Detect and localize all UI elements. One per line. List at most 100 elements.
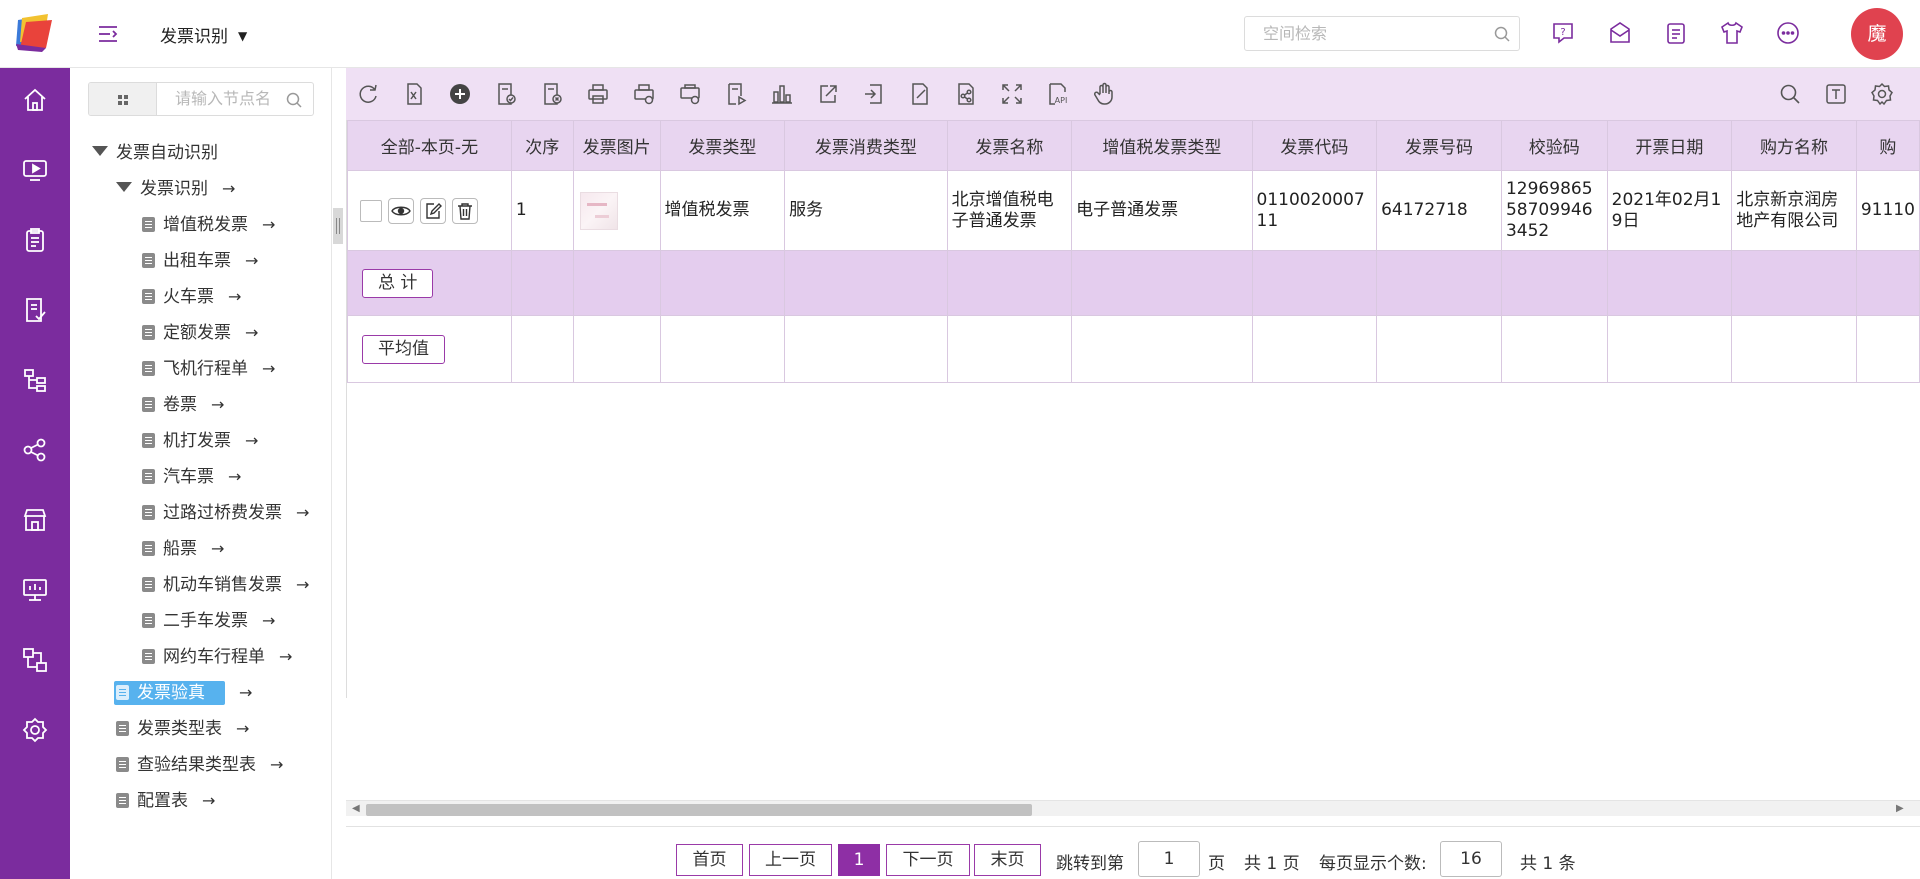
last-page-button[interactable]: 末页 xyxy=(974,844,1041,876)
tree-node-invoice-verification[interactable]: 发票验真 → xyxy=(114,678,252,708)
search-icon[interactable] xyxy=(1493,25,1511,43)
arrow-right-icon[interactable]: → xyxy=(228,287,241,306)
fullscreen-icon[interactable] xyxy=(1000,82,1024,106)
text-format-icon[interactable] xyxy=(1824,82,1848,106)
column-header-check-code[interactable]: 校验码 xyxy=(1500,120,1608,171)
tree-node-check-result-type-table[interactable]: 查验结果类型表 → xyxy=(116,750,283,780)
tree-node-quota-invoice[interactable]: 定额发票 → xyxy=(142,318,258,348)
column-header-invoice-image[interactable]: 发票图片 xyxy=(572,120,661,171)
tree-node-vehicle-sales-invoice[interactable]: 机动车销售发票 → xyxy=(142,570,309,600)
import-icon[interactable] xyxy=(862,82,886,106)
clipboard-icon[interactable] xyxy=(21,226,49,254)
print-settings-icon[interactable] xyxy=(632,82,656,106)
tree-node-flight-itinerary[interactable]: 飞机行程单 → xyxy=(142,354,275,384)
arrow-right-icon[interactable]: → xyxy=(279,647,292,666)
tree-node-taxi-ticket[interactable]: 出租车票 → xyxy=(142,246,258,276)
tree-node-ship-ticket[interactable]: 船票 → xyxy=(142,534,224,564)
arrow-right-icon[interactable]: → xyxy=(296,575,309,594)
arrow-right-icon[interactable]: → xyxy=(262,611,275,630)
tree-node-bus-ticket[interactable]: 汽车票 → xyxy=(142,462,241,492)
add-icon[interactable] xyxy=(448,82,472,106)
tree-search-input[interactable] xyxy=(175,89,275,108)
gear-icon[interactable] xyxy=(1870,82,1894,106)
arrow-right-icon[interactable]: → xyxy=(296,503,309,522)
arrow-right-icon[interactable]: → xyxy=(211,539,224,558)
column-header-consumption-type[interactable]: 发票消费类型 xyxy=(784,120,948,171)
selected-highlight[interactable]: 发票验真 xyxy=(114,681,225,705)
arrow-right-icon[interactable]: → xyxy=(270,755,283,774)
edit-icon[interactable] xyxy=(420,197,446,224)
edit-export-icon[interactable] xyxy=(908,82,932,106)
column-header-issue-date[interactable]: 开票日期 xyxy=(1606,120,1733,171)
approve-icon[interactable] xyxy=(494,82,518,106)
page-1-button[interactable]: 1 xyxy=(838,844,880,876)
invoice-thumbnail[interactable] xyxy=(579,191,618,230)
help-icon[interactable]: ? xyxy=(1550,20,1576,46)
hand-icon[interactable] xyxy=(1092,82,1116,106)
arrow-right-icon[interactable]: → xyxy=(262,215,275,234)
expand-triangle-icon[interactable] xyxy=(116,182,132,192)
tree-node-invoice-auto-recognition[interactable]: 发票自动识别 xyxy=(92,138,218,168)
store-icon[interactable] xyxy=(21,506,49,534)
tree-node-toll-invoice[interactable]: 过路过桥费发票 → xyxy=(142,498,309,528)
more-icon[interactable] xyxy=(1775,20,1801,46)
share-icon[interactable] xyxy=(21,436,49,464)
space-search[interactable] xyxy=(1244,16,1520,51)
print-icon[interactable] xyxy=(586,82,610,106)
column-header-invoice-number[interactable]: 发票号码 xyxy=(1376,120,1502,171)
print-preview-icon[interactable] xyxy=(678,82,702,106)
average-button[interactable]: 平均值 xyxy=(362,334,445,364)
scroll-left-icon[interactable]: ◀ xyxy=(352,803,360,814)
notes-icon[interactable] xyxy=(1663,20,1689,46)
per-page-input[interactable] xyxy=(1440,841,1502,877)
reject-icon[interactable] xyxy=(540,82,564,106)
scrollbar-thumb[interactable] xyxy=(366,804,1032,816)
mail-icon[interactable] xyxy=(1607,20,1633,46)
arrow-right-icon[interactable]: → xyxy=(245,251,258,270)
tree-search[interactable] xyxy=(88,82,314,116)
panel-splitter-handle[interactable] xyxy=(333,208,343,244)
first-page-button[interactable]: 首页 xyxy=(676,844,743,876)
refresh-icon[interactable] xyxy=(356,82,380,106)
table-row[interactable]: 1 增值税发票 服务 北京增值税电子普通发票 电子普通发票 0110020007… xyxy=(347,170,1920,251)
space-search-input[interactable] xyxy=(1263,24,1483,43)
tree-node-config-table[interactable]: 配置表 → xyxy=(116,786,215,816)
monitor-icon[interactable] xyxy=(21,576,49,604)
scroll-right-icon[interactable]: ▶ xyxy=(1896,803,1904,814)
total-button[interactable]: 总 计 xyxy=(362,268,434,298)
column-header-invoice-type[interactable]: 发票类型 xyxy=(659,120,786,171)
tree-node-used-car-invoice[interactable]: 二手车发票 → xyxy=(142,606,275,636)
chart-icon[interactable] xyxy=(770,82,794,106)
export-excel-icon[interactable] xyxy=(402,82,426,106)
column-header-vat-invoice-type[interactable]: 增值税发票类型 xyxy=(1071,120,1253,171)
user-avatar[interactable]: 魔 xyxy=(1851,8,1903,60)
jump-page-input[interactable] xyxy=(1138,841,1200,877)
play-icon[interactable] xyxy=(724,82,748,106)
video-icon[interactable] xyxy=(21,156,49,184)
horizontal-scrollbar[interactable]: ◀ ▶ xyxy=(346,800,1920,816)
tree-node-ride-hailing-itinerary[interactable]: 网约车行程单 → xyxy=(142,642,292,672)
api-icon[interactable]: API xyxy=(1046,82,1070,106)
menu-toggle-icon[interactable] xyxy=(96,22,120,46)
column-header-invoice-name[interactable]: 发票名称 xyxy=(946,120,1073,171)
settings-icon[interactable] xyxy=(21,716,49,744)
share-icon[interactable] xyxy=(954,82,978,106)
tree-node-roll-ticket[interactable]: 卷票 → xyxy=(142,390,224,420)
home-icon[interactable] xyxy=(21,86,49,114)
arrow-right-icon[interactable]: → xyxy=(239,683,252,702)
tree-node-invoice-type-table[interactable]: 发票类型表 → xyxy=(116,714,249,744)
column-header-buyer-more[interactable]: 购 xyxy=(1855,120,1920,171)
share-out-icon[interactable] xyxy=(816,82,840,106)
arrow-right-icon[interactable]: → xyxy=(228,467,241,486)
delete-trash-icon[interactable] xyxy=(452,197,478,224)
arrow-right-icon[interactable]: → xyxy=(202,791,215,810)
next-page-button[interactable]: 下一页 xyxy=(886,844,970,876)
app-logo[interactable] xyxy=(0,0,70,68)
view-eye-icon[interactable] xyxy=(388,197,414,224)
arrow-right-icon[interactable]: → xyxy=(211,395,224,414)
tree-node-vat-invoice[interactable]: 增值税发票 → xyxy=(142,210,275,240)
column-header-index[interactable]: 次序 xyxy=(510,120,574,171)
shirt-icon[interactable] xyxy=(1719,20,1745,46)
arrow-right-icon[interactable]: → xyxy=(236,719,249,738)
column-header-select-all[interactable]: 全部-本页-无 xyxy=(347,120,512,171)
